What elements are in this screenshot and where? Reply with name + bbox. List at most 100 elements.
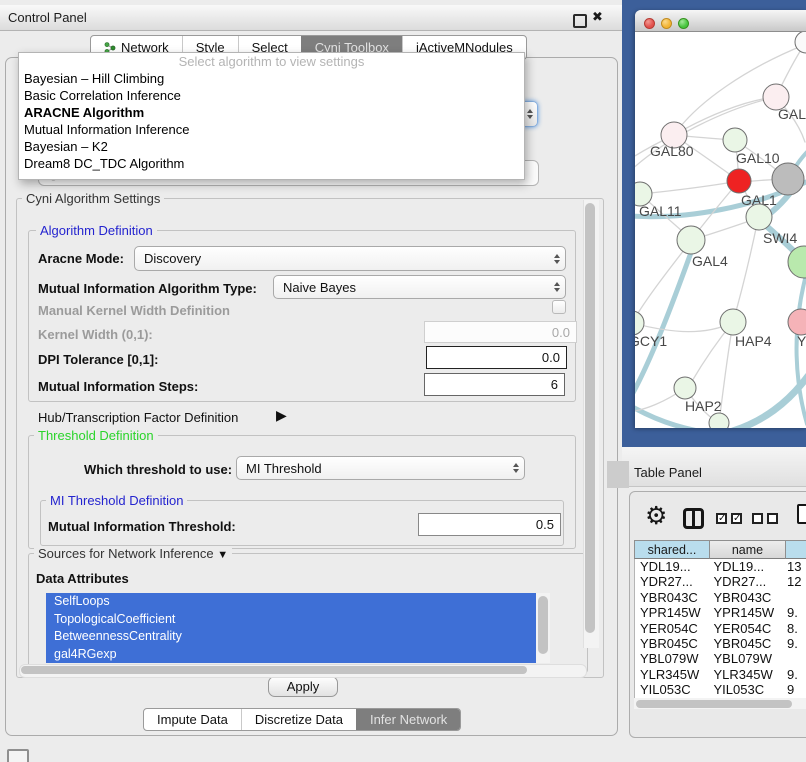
attribute-item-gal4rgexp[interactable]: gal4RGexp [46, 646, 536, 664]
table-cell: YLR345W [635, 667, 709, 682]
network-window-titlebar[interactable] [635, 10, 806, 32]
table-cell: YPR145W [635, 605, 709, 620]
attribute-item-betweennesscentrality[interactable]: BetweennessCentrality [46, 628, 536, 646]
mi-type-value: Naive Bayes [283, 280, 356, 295]
table-cell [782, 651, 806, 666]
manual-kernel-checkbox[interactable] [552, 300, 566, 314]
table-cell: YBL079W [709, 651, 783, 666]
dropdown-item-dream8-dc-tdc-algorithm[interactable]: Dream8 DC_TDC Algorithm [19, 155, 524, 172]
table-row[interactable]: YER054CYER054C8. [635, 621, 806, 636]
aracne-mode-select[interactable]: Discovery [134, 246, 566, 271]
table-body: YDL19...YDL19...13YDR27...YDR27...12YBR0… [634, 559, 806, 698]
select-all-check-icon[interactable]: ✓ [731, 513, 742, 524]
table-row[interactable]: YLR345WYLR345W9. [635, 667, 806, 682]
dropdown-item-aracne-algorithm[interactable]: ARACNE Algorithm [19, 104, 524, 121]
dropdown-item-mutual-information-inference[interactable]: Mutual Information Inference [19, 121, 524, 138]
expand-right-icon[interactable]: ▶ [276, 408, 287, 423]
dropdown-placeholder: Select algorithm to view settings [19, 53, 524, 70]
table-cell: YPR145W [709, 605, 783, 620]
table-cell: YBR043C [635, 590, 709, 605]
table-row[interactable]: YBR043CYBR043C [635, 590, 806, 605]
network-node-swi4[interactable] [746, 204, 772, 230]
attribute-item-topologicalcoefficient[interactable]: TopologicalCoefficient [46, 611, 536, 629]
unselect-all-icon[interactable] [752, 513, 763, 524]
tab-infer-network[interactable]: Infer Network [356, 709, 460, 730]
table-row[interactable]: YDL19...YDL19...13 [635, 559, 806, 574]
unselect-all-icon[interactable] [767, 513, 778, 524]
columns-icon[interactable] [683, 508, 704, 529]
table-row[interactable]: YDR27...YDR27...12 [635, 574, 806, 589]
table-panel-titlebar: Table Panel [622, 447, 806, 487]
mi-steps-input[interactable]: 6 [424, 373, 565, 396]
apply-button[interactable]: Apply [268, 676, 338, 697]
expand-down-icon[interactable]: ▼ [217, 549, 228, 561]
attribute-list-scrollbar-thumb[interactable] [538, 596, 548, 654]
table-cell: YDR27... [709, 574, 783, 589]
table-row[interactable]: YBL079WYBL079W [635, 651, 806, 666]
minimize-window-icon[interactable] [661, 18, 672, 29]
table-row[interactable]: YIL053CYIL053C9 [635, 682, 806, 697]
mi-threshold-label: Mutual Information Threshold: [48, 519, 236, 534]
settings-vertical-scrollbar-thumb[interactable] [585, 203, 595, 633]
new-table-icon[interactable] [797, 504, 806, 524]
column-header-2[interactable] [786, 540, 806, 559]
column-header-shared[interactable]: shared... [634, 540, 710, 559]
network-canvas[interactable]: GALGAL80GAL10GAL1GAL11SWI4GAL4GCY1HAP4YH… [635, 32, 806, 428]
kernel-width-input: 0.0 [424, 321, 577, 343]
mi-threshold-group-title: MI Threshold Definition [46, 493, 187, 508]
mi-type-select[interactable]: Naive Bayes [273, 275, 566, 299]
table-cell: YER054C [635, 621, 709, 636]
table-cell: YBL079W [635, 651, 709, 666]
network-node-gal1[interactable] [727, 169, 751, 193]
network-node[interactable] [772, 163, 804, 195]
dropdown-item-basic-correlation-inference[interactable]: Basic Correlation Inference [19, 87, 524, 104]
data-attributes-list[interactable]: SelfLoopsTopologicalCoefficientBetweenne… [46, 593, 536, 663]
panel-splitter[interactable] [607, 461, 629, 488]
table-horizontal-scrollbar-thumb[interactable] [636, 700, 792, 708]
network-node-y[interactable] [788, 309, 806, 335]
dpi-tolerance-label: DPI Tolerance [0,1]: [38, 352, 158, 367]
column-header-name[interactable]: name [710, 540, 786, 559]
settings-horizontal-scrollbar-thumb[interactable] [21, 666, 527, 674]
network-node-hap2[interactable] [674, 377, 696, 399]
dpi-tolerance-input[interactable]: 0.0 [426, 346, 567, 369]
node-label: GCY1 [635, 333, 667, 349]
tab-impute-data[interactable]: Impute Data [144, 709, 241, 730]
table-row[interactable]: YBR045CYBR045C9. [635, 636, 806, 651]
which-threshold-select[interactable]: MI Threshold [236, 456, 525, 480]
close-window-icon[interactable] [644, 18, 655, 29]
sources-group-title: Sources for Network Inference ▼ [34, 546, 232, 561]
select-all-check-icon[interactable]: ✓ [716, 513, 727, 524]
dropdown-item-bayesian-hill-climbing[interactable]: Bayesian – Hill Climbing [19, 70, 524, 87]
mi-threshold-value: 0.5 [536, 517, 554, 532]
network-node[interactable] [795, 32, 806, 53]
table-cell: YDR27... [635, 574, 709, 589]
network-node-gal4[interactable] [677, 226, 705, 254]
close-panel-icon[interactable]: ✖ [592, 9, 603, 25]
table-cell: YIL053C [709, 682, 783, 697]
float-window-icon[interactable] [573, 14, 587, 28]
node-label: HAP4 [735, 333, 772, 349]
mi-steps-value: 6 [551, 377, 558, 392]
tab-label: Impute Data [157, 712, 228, 727]
zoom-window-icon[interactable] [678, 18, 689, 29]
mi-threshold-input[interactable]: 0.5 [418, 513, 561, 536]
dropdown-item-bayesian-k2[interactable]: Bayesian – K2 [19, 138, 524, 155]
table-cell: 9. [782, 605, 806, 620]
inference-algorithm-select-spinner[interactable] [523, 101, 538, 127]
gear-icon[interactable]: ⚙ [645, 503, 667, 530]
network-node[interactable] [709, 413, 729, 428]
network-nodes: GALGAL80GAL10GAL1GAL11SWI4GAL4GCY1HAP4YH… [635, 32, 806, 428]
minimized-panel-icon[interactable] [7, 749, 29, 762]
table-cell: 8. [782, 621, 806, 636]
mi-type-label: Mutual Information Algorithm Type: [38, 281, 257, 296]
table-row[interactable]: YPR145WYPR145W9. [635, 605, 806, 620]
network-node-hap4[interactable] [720, 309, 746, 335]
tab-discretize-data[interactable]: Discretize Data [241, 709, 356, 730]
spinner-icon [513, 463, 519, 473]
network-node-gcy1[interactable] [635, 311, 644, 335]
aracne-mode-value: Discovery [144, 251, 201, 266]
attribute-item-selfloops[interactable]: SelfLoops [46, 593, 536, 611]
settings-group-title: Cyni Algorithm Settings [22, 191, 164, 206]
network-node-gal10[interactable] [723, 128, 747, 152]
